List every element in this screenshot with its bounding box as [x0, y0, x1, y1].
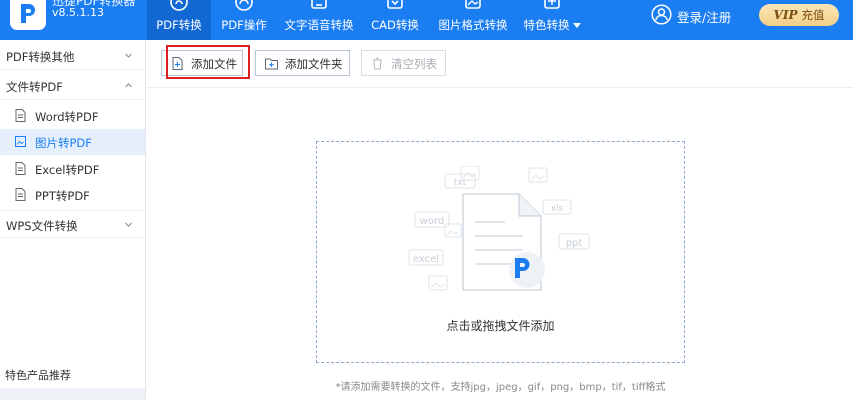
sidebar-item-ppt-to-pdf[interactable]: PPT转PDF [0, 182, 145, 208]
sidebar-item-excel-to-pdf[interactable]: Excel转PDF [0, 156, 145, 182]
add-file-label: 添加文件 [191, 57, 237, 71]
pdf-logo-icon [21, 4, 35, 23]
format-tag-word-icon: word [414, 211, 450, 228]
featured-products-title: 特色产品推荐 [5, 369, 71, 382]
add-folder-button[interactable]: 添加文件夹 [255, 50, 350, 76]
tab-label: 图片格式转换 [438, 18, 508, 32]
tab-featured[interactable]: 特色转换 [518, 0, 586, 40]
cad-icon [387, 0, 403, 9]
sidebar-item-label: Word转PDF [35, 110, 99, 124]
top-bar: 迅捷PDF转换器 v8.5.1.13 PDF转换 PDF操作 文字语音转换 CA… [0, 0, 853, 40]
format-tag-word: word [420, 216, 445, 227]
drop-illustration: txt word xls ppt excel [408, 166, 590, 291]
tab-label-text: 特色转换 [523, 18, 570, 32]
vip-recharge-button[interactable]: VIP 充值 [759, 4, 839, 26]
tab-label: PDF转换 [156, 18, 202, 32]
toolbar: 添加文件 添加文件夹 清空列表 [147, 40, 853, 88]
pdf-operate-icon [235, 0, 253, 11]
sidebar-group-label: 文件转PDF [6, 80, 63, 94]
add-folder-icon [265, 58, 278, 70]
sidebar-item-label: PPT转PDF [35, 189, 90, 203]
trash-icon [373, 58, 382, 70]
add-file-button[interactable]: 添加文件 [161, 50, 243, 76]
supported-formats-hint: *请添加需要转换的文件，支持jpg，jpeg，gif，png，bmp，tif，t… [335, 382, 666, 393]
document-icon [15, 109, 26, 122]
pdf-convert-icon [170, 0, 188, 11]
tab-label: 特色转换 [518, 17, 586, 33]
image-thumb-icon [528, 167, 548, 183]
format-tag-xls: xls [551, 204, 564, 214]
image-thumb-icon [444, 223, 462, 238]
tab-label: CAD转换 [371, 18, 419, 32]
chevron-down-icon [125, 53, 132, 58]
sidebar: PDF转换其他 文件转PDF Word转PDF 图片转PDF Excel转PDF… [0, 40, 146, 400]
vip-mark: VIP [773, 8, 798, 22]
sidebar-group-file-to-pdf[interactable]: 文件转PDF [0, 72, 145, 100]
tab-cad[interactable]: CAD转换 [362, 0, 428, 40]
user-icon [651, 4, 672, 25]
document-icon [15, 162, 26, 175]
sidebar-item-image-to-pdf[interactable]: 图片转PDF [0, 129, 145, 155]
tab-image-format[interactable]: 图片格式转换 [433, 0, 513, 40]
sidebar-group-label: PDF转换其他 [6, 50, 75, 64]
clear-list-button[interactable]: 清空列表 [361, 50, 446, 76]
document-icon [15, 188, 26, 201]
vip-recharge-label: 充值 [801, 8, 825, 22]
format-tag-excel: excel [413, 254, 439, 265]
sidebar-item-label: 图片转PDF [35, 136, 92, 150]
tab-label: PDF操作 [221, 18, 267, 32]
tab-pdf-operate[interactable]: PDF操作 [213, 0, 275, 40]
app-version: v8.5.1.13 [52, 6, 104, 19]
login-register-label: 登录/注册 [677, 10, 732, 25]
add-folder-label: 添加文件夹 [285, 57, 343, 71]
file-drop-zone[interactable]: txt word xls ppt excel 点击或拖拽文件添加 [316, 141, 685, 363]
format-tag-excel-icon: excel [408, 249, 444, 266]
image-format-icon [465, 0, 481, 9]
text-speech-icon [311, 0, 327, 9]
format-tag-xls-icon: xls [542, 199, 572, 215]
pdf-badge-icon [509, 252, 545, 288]
format-tag-ppt: ppt [566, 238, 583, 249]
format-tag-ppt-icon: ppt [558, 233, 590, 250]
featured-icon [544, 0, 560, 9]
sidebar-item-label: Excel转PDF [35, 163, 100, 177]
app-logo [10, 0, 46, 30]
tab-text-speech[interactable]: 文字语音转换 [279, 0, 359, 40]
image-icon [15, 136, 26, 147]
sidebar-group-pdf-other[interactable]: PDF转换其他 [0, 42, 145, 70]
image-thumb-icon [428, 275, 448, 291]
chevron-down-icon [125, 222, 132, 227]
tab-pdf-convert[interactable]: PDF转换 [147, 0, 211, 40]
sidebar-group-label: WPS文件转换 [6, 219, 78, 233]
add-file-icon [172, 57, 183, 70]
caret-down-icon [572, 23, 581, 28]
sidebar-item-word-to-pdf[interactable]: Word转PDF [0, 103, 145, 129]
sidebar-group-wps[interactable]: WPS文件转换 [0, 210, 145, 238]
clear-list-label: 清空列表 [391, 57, 437, 71]
chevron-up-icon [125, 83, 132, 88]
featured-product-item[interactable] [0, 388, 145, 400]
image-thumb-icon [460, 166, 480, 181]
tab-label: 文字语音转换 [284, 18, 354, 32]
drop-prompt: 点击或拖拽文件添加 [446, 319, 555, 333]
